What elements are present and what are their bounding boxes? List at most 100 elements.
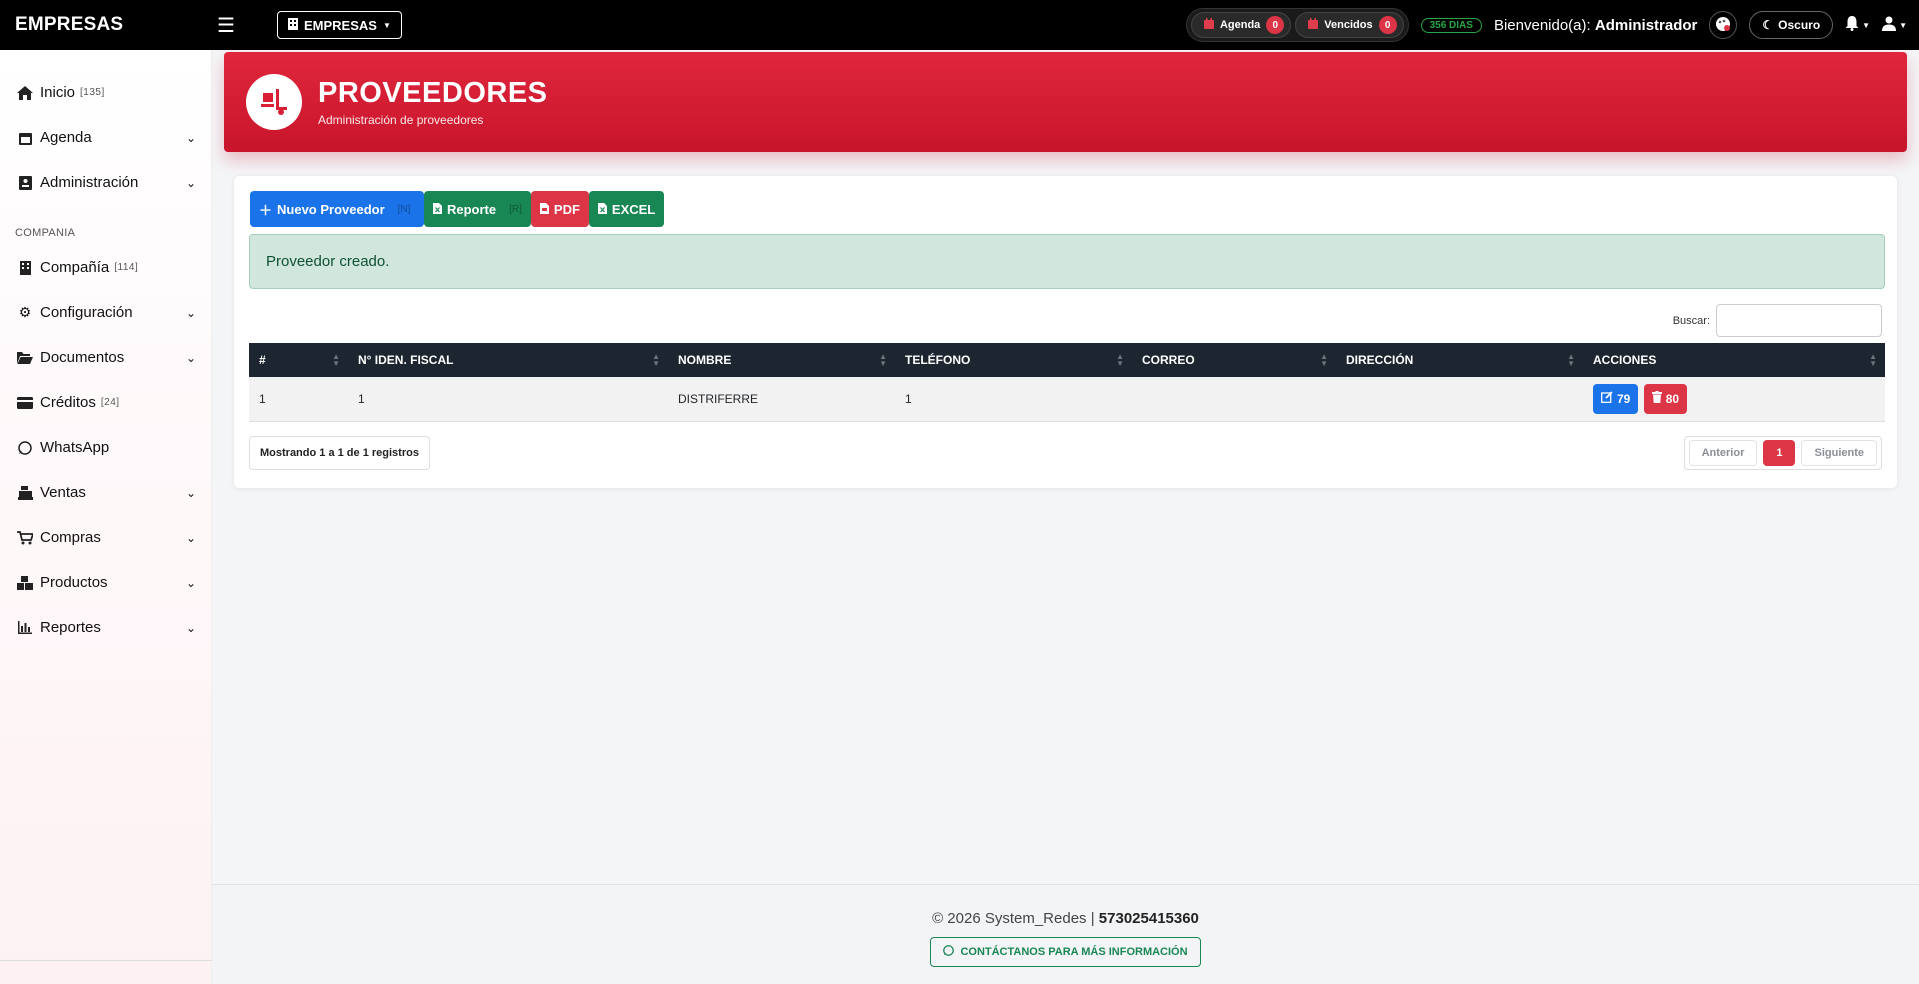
welcome-prefix: Bienvenido(a): bbox=[1493, 16, 1591, 34]
sidebar-item-administracion[interactable]: Administración ⌄ bbox=[0, 160, 211, 205]
cell-email bbox=[1132, 377, 1336, 421]
sidebar-item-label: Administración bbox=[40, 174, 139, 191]
dark-mode-label: Oscuro bbox=[1778, 18, 1821, 32]
sidebar-item-inicio[interactable]: Inicio [135] bbox=[0, 70, 211, 115]
page-subtitle: Administración de proveedores bbox=[318, 113, 484, 127]
delete-button[interactable]: 80 bbox=[1643, 383, 1688, 414]
sidebar-item-ventas[interactable]: Ventas ⌄ bbox=[0, 470, 211, 515]
report-shortcut: [R] bbox=[509, 203, 522, 215]
pagination: Anterior 1 Siguiente bbox=[1683, 436, 1882, 470]
caret-down-icon: ▼ bbox=[1899, 20, 1907, 30]
search-label: Buscar: bbox=[1672, 314, 1710, 327]
new-provider-button[interactable]: ＋ Nuevo Proveedor [N] bbox=[250, 191, 424, 227]
sidebar-item-whatsapp[interactable]: WhatsApp bbox=[0, 425, 211, 470]
report-label: Reporte bbox=[447, 201, 497, 217]
new-provider-label: Nuevo Proveedor bbox=[277, 201, 385, 217]
sidebar-section-title: COMPANIA bbox=[15, 227, 76, 239]
brand-title[interactable]: EMPRESAS bbox=[0, 14, 212, 36]
excel-label: EXCEL bbox=[611, 201, 656, 217]
sidebar-item-label: Compras bbox=[40, 529, 101, 546]
pagination-prev-button[interactable]: Anterior bbox=[1688, 440, 1758, 466]
cell-num: 1 bbox=[259, 391, 266, 406]
chevron-down-icon: ⌄ bbox=[185, 485, 196, 500]
providers-card: ＋ Nuevo Proveedor [N] Reporte [R] PDF EX… bbox=[233, 175, 1898, 489]
folder-open-icon bbox=[15, 351, 35, 364]
search-input[interactable] bbox=[1716, 304, 1882, 337]
agenda-count-badge: 0 bbox=[1266, 16, 1285, 34]
bell-icon bbox=[1845, 15, 1859, 35]
user-dropdown[interactable]: ▼ bbox=[1882, 16, 1907, 35]
sidebar-item-reportes[interactable]: Reportes ⌄ bbox=[0, 605, 211, 650]
page-title: PROVEEDORES bbox=[318, 77, 548, 109]
trash-icon bbox=[1651, 391, 1662, 406]
providers-table: # ▲ ▼ N° IDEN. FISCAL ▲ ▼ NOMBRE ▲ ▼ TELÉFONO ▲… bbox=[249, 343, 1885, 422]
sidebar-item-label: Compañía bbox=[40, 259, 110, 276]
sidebar-item-compania[interactable]: Compañía [114] bbox=[0, 245, 211, 290]
calendar-icon bbox=[15, 131, 35, 145]
vencidos-count-badge: 0 bbox=[1378, 16, 1397, 34]
plus-icon: ＋ bbox=[259, 202, 273, 218]
column-header-num[interactable]: # ▲ ▼ bbox=[249, 343, 348, 377]
action-toolbar: ＋ Nuevo Proveedor [N] Reporte [R] PDF EX… bbox=[250, 191, 665, 227]
company-selector-label: EMPRESAS bbox=[304, 17, 377, 33]
sidebar-item-label: Inicio bbox=[40, 84, 76, 101]
sidebar-footer bbox=[0, 960, 212, 984]
sidebar-item-documentos[interactable]: Documentos ⌄ bbox=[0, 335, 211, 380]
palette-button[interactable] bbox=[1709, 11, 1738, 39]
edit-button[interactable]: 79 bbox=[1593, 383, 1639, 414]
sidebar-item-creditos[interactable]: Créditos [24] bbox=[0, 380, 211, 425]
footer-copyright: © 2026 System_Redes | 573025415360 bbox=[212, 910, 1919, 927]
edit-icon bbox=[1601, 391, 1613, 406]
contact-button[interactable]: CONTÁCTANOS PARA MÁS INFORMACIÓN bbox=[930, 937, 1201, 967]
sidebar-item-compras[interactable]: Compras ⌄ bbox=[0, 515, 211, 560]
dark-mode-toggle[interactable]: ☾ Oscuro bbox=[1749, 11, 1834, 39]
new-provider-shortcut: [N] bbox=[397, 203, 411, 215]
sort-icon: ▲ ▼ bbox=[1320, 352, 1328, 368]
chevron-down-icon: ⌄ bbox=[185, 130, 196, 145]
column-header-fiscal-id[interactable]: N° IDEN. FISCAL ▲ ▼ bbox=[348, 343, 668, 377]
column-header-name[interactable]: NOMBRE ▲ ▼ bbox=[668, 343, 895, 377]
column-header-email[interactable]: CORREO ▲ ▼ bbox=[1132, 343, 1336, 377]
home-icon bbox=[15, 85, 35, 100]
column-header-actions[interactable]: ACCIONES ▲ ▼ bbox=[1583, 343, 1885, 377]
sidebar-item-count: [24] bbox=[100, 397, 120, 408]
table-header-row: # ▲ ▼ N° IDEN. FISCAL ▲ ▼ NOMBRE ▲ ▼ TELÉFONO ▲… bbox=[249, 343, 1885, 377]
pagination-page-button[interactable]: 1 bbox=[1763, 440, 1796, 466]
agenda-pill[interactable]: Agenda 0 bbox=[1190, 12, 1292, 38]
sidebar-item-label: Agenda bbox=[40, 129, 92, 146]
sidebar-item-agenda[interactable]: Agenda ⌄ bbox=[0, 115, 211, 160]
report-button[interactable]: Reporte [R] bbox=[424, 191, 531, 227]
sort-icon: ▲ ▼ bbox=[1567, 352, 1575, 368]
menu-toggle-icon[interactable]: ☰ bbox=[217, 13, 257, 38]
column-header-phone[interactable]: TELÉFONO ▲ ▼ bbox=[895, 343, 1132, 377]
bar-chart-icon bbox=[15, 621, 35, 634]
chevron-down-icon: ⌄ bbox=[185, 350, 196, 365]
building-icon bbox=[15, 260, 35, 275]
notifications-dropdown[interactable]: ▼ bbox=[1845, 15, 1871, 35]
sidebar-item-productos[interactable]: Productos ⌄ bbox=[0, 560, 211, 605]
company-selector[interactable]: EMPRESAS ▼ bbox=[277, 11, 402, 39]
license-days-badge: 356 DIAS bbox=[1420, 17, 1482, 33]
building-icon bbox=[288, 17, 298, 33]
cell-actions: 79 80 bbox=[1583, 377, 1885, 421]
welcome-user: Administrador bbox=[1594, 16, 1698, 34]
sidebar-item-configuracion[interactable]: ⚙ Configuración ⌄ bbox=[0, 290, 211, 335]
sidebar-item-count: [135] bbox=[80, 87, 105, 98]
page-footer: © 2026 System_Redes | 573025415360 CONTÁ… bbox=[212, 884, 1919, 984]
calendar-icon bbox=[1203, 18, 1214, 32]
cart-icon bbox=[15, 530, 35, 545]
sidebar-item-count: [114] bbox=[114, 262, 139, 273]
moon-icon: ☾ bbox=[1762, 18, 1774, 32]
page-header: PROVEEDORES Administración de proveedore… bbox=[224, 52, 1907, 152]
pagination-next-button[interactable]: Siguiente bbox=[1801, 440, 1877, 466]
sidebar-item-label: Ventas bbox=[40, 484, 86, 501]
caret-down-icon: ▼ bbox=[1862, 20, 1871, 30]
pdf-button[interactable]: PDF bbox=[530, 191, 589, 227]
whatsapp-icon bbox=[15, 440, 35, 455]
excel-button[interactable]: EXCEL bbox=[588, 191, 665, 227]
chevron-down-icon: ⌄ bbox=[185, 620, 196, 635]
sidebar-item-label: Créditos bbox=[40, 394, 96, 411]
vencidos-pill[interactable]: Vencidos 0 bbox=[1295, 12, 1404, 38]
chevron-down-icon: ⌄ bbox=[185, 530, 196, 545]
column-header-address[interactable]: DIRECCIÓN ▲ ▼ bbox=[1336, 343, 1583, 377]
